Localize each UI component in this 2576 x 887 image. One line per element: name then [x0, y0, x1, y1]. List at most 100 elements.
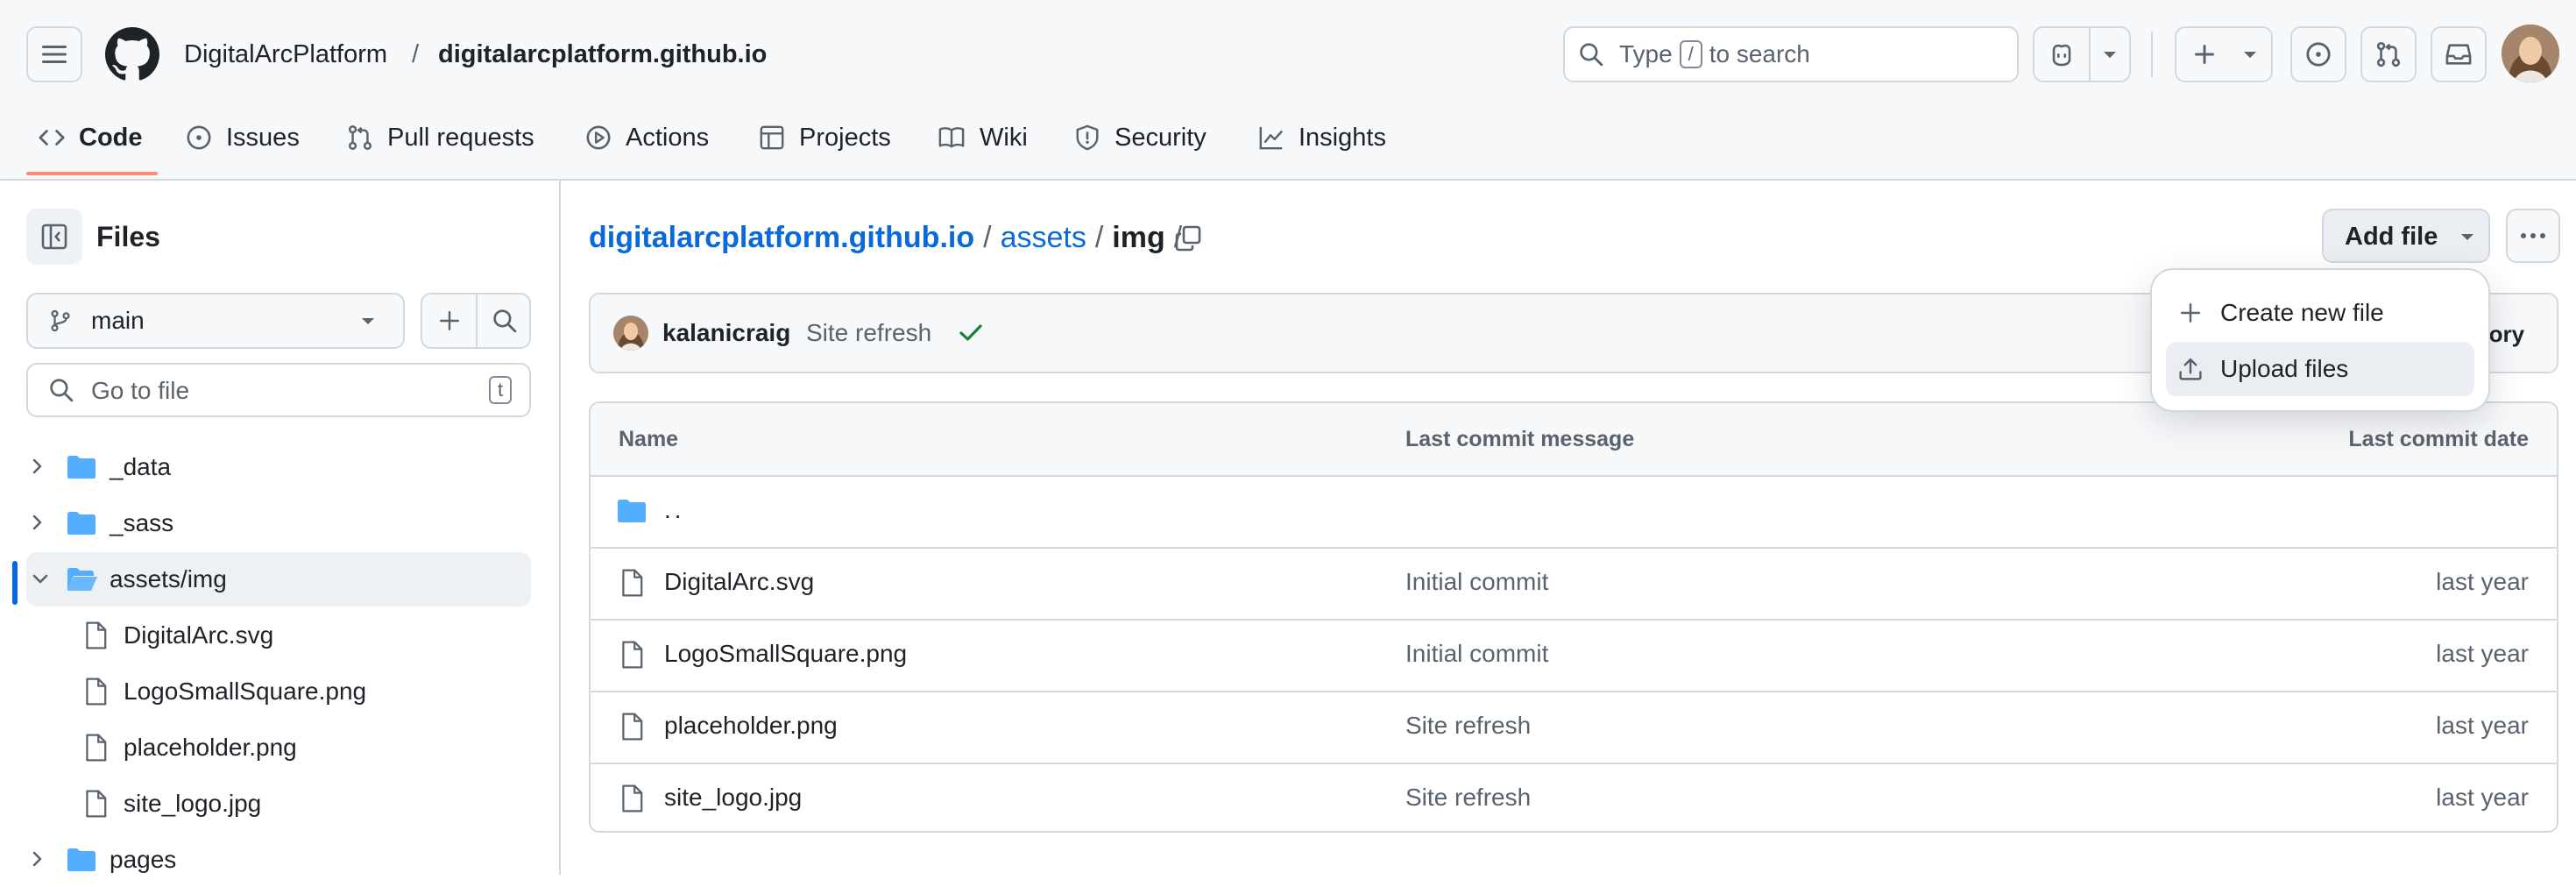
file-name-link[interactable]: DigitalArc.svg — [664, 566, 814, 598]
issue-icon — [187, 125, 211, 150]
add-file-button[interactable]: Add file — [2322, 209, 2490, 263]
copy-path-button[interactable] — [1167, 219, 1209, 258]
branch-selector[interactable]: main — [26, 293, 405, 349]
breadcrumb-root-link[interactable]: digitalarcplatform.github.io — [589, 221, 974, 255]
go-to-file-input[interactable]: Go to file t — [26, 363, 531, 417]
commit-date: last year — [2436, 640, 2529, 667]
tree-file-site-logo-jpg[interactable]: site_logo.jpg — [26, 777, 531, 831]
owner-link[interactable]: DigitalArcPlatform — [184, 37, 387, 72]
search-tree-button[interactable] — [478, 294, 531, 347]
tree-folder-sass-label: _sass — [110, 509, 174, 536]
inbox-button[interactable] — [2431, 26, 2487, 82]
table-row[interactable]: placeholder.png Site refresh last year — [591, 691, 2557, 763]
tree-file-digitalarc-svg[interactable]: DigitalArc.svg — [26, 608, 531, 663]
folder-icon — [67, 456, 96, 479]
avatar[interactable] — [2502, 25, 2559, 82]
table-row[interactable]: LogoSmallSquare.png Initial commit last … — [591, 619, 2557, 691]
file-table: Name Last commit message Last commit dat… — [589, 401, 2558, 833]
file-tree-sidebar: Files main Go to file t _data _sass asse… — [0, 181, 561, 875]
issue-icon — [2306, 42, 2331, 67]
commit-date: last year — [2436, 712, 2529, 739]
pull-requests-button[interactable] — [2360, 26, 2417, 82]
create-new-file-label: Create new file — [2220, 299, 2384, 326]
create-new-button[interactable] — [2175, 26, 2273, 82]
name-column-header: Name — [619, 427, 679, 451]
file-icon — [622, 713, 643, 741]
breadcrumb-assets-link[interactable]: assets — [1001, 221, 1086, 255]
file-name-link[interactable]: LogoSmallSquare.png — [664, 638, 907, 670]
search-prefix: Type — [1619, 40, 1673, 67]
table-row[interactable]: site_logo.jpg Site refresh last year — [591, 763, 2557, 831]
search-input[interactable]: Type / to search — [1563, 26, 2019, 82]
sidebar-title: Files — [96, 221, 160, 252]
copilot-button[interactable] — [2033, 26, 2131, 82]
tab-actions[interactable]: Actions — [585, 114, 709, 161]
shield-icon — [1076, 124, 1099, 151]
tab-insights[interactable]: Insights — [1258, 114, 1386, 161]
create-new-file-menu-item[interactable]: Create new file — [2166, 286, 2474, 340]
commit-message[interactable]: Site refresh — [806, 317, 931, 349]
tree-folder-pages[interactable]: pages — [14, 833, 531, 887]
copilot-icon — [2052, 44, 2071, 67]
breadcrumb-separator: / — [1094, 220, 1104, 254]
chevron-right-icon[interactable] — [32, 514, 44, 531]
tab-code[interactable]: Code — [39, 114, 143, 161]
add-file-menu: Create new file Upload files — [2152, 270, 2488, 410]
file-name-link[interactable]: placeholder.png — [664, 710, 838, 742]
sidebar-collapse-icon — [41, 224, 67, 250]
commit-date: last year — [2436, 784, 2529, 811]
kebab-horizontal-icon — [2521, 233, 2545, 238]
header-divider — [2151, 32, 2153, 77]
commit-author[interactable]: kalanicraig — [662, 317, 790, 349]
branch-icon — [51, 309, 70, 332]
search-icon — [1580, 43, 1603, 67]
tab-wiki[interactable]: Wiki — [938, 114, 1028, 161]
commit-message-link[interactable]: Initial commit — [1405, 566, 1548, 598]
parent-directory-link[interactable]: .. — [664, 494, 685, 526]
commit-message-link[interactable]: Initial commit — [1405, 638, 1548, 670]
add-file-tree-button[interactable] — [422, 294, 477, 347]
tab-pull-requests[interactable]: Pull requests — [347, 114, 534, 161]
tree-folder-assets-img[interactable]: assets/img — [26, 552, 531, 607]
search-icon — [492, 309, 516, 333]
commit-message-link[interactable]: Site refresh — [1405, 710, 1531, 742]
folder-icon — [618, 500, 646, 522]
table-row[interactable]: DigitalArc.svg Initial commit last year — [591, 547, 2557, 619]
copy-icon — [1175, 225, 1201, 252]
collapse-sidebar-button[interactable] — [26, 209, 82, 265]
chevron-down-icon[interactable] — [32, 573, 49, 585]
menu-button[interactable] — [26, 26, 82, 82]
commit-author-avatar[interactable] — [613, 316, 648, 351]
chevron-down-icon — [2244, 52, 2256, 58]
tree-folder-sass[interactable]: _sass — [14, 496, 531, 550]
tab-projects[interactable]: Projects — [759, 114, 891, 161]
file-icon — [86, 621, 107, 649]
tab-code-label: Code — [79, 123, 143, 152]
tree-folder-assets-img-label: assets/img — [110, 565, 227, 593]
repo-link[interactable]: digitalarcplatform.github.io — [438, 37, 767, 72]
tree-file-logosmallsquare-png[interactable]: LogoSmallSquare.png — [26, 664, 531, 719]
tab-projects-label: Projects — [799, 123, 891, 152]
chevron-down-icon[interactable] — [2103, 51, 2117, 60]
more-options-button[interactable] — [2506, 209, 2560, 263]
commit-message-link[interactable]: Site refresh — [1405, 782, 1531, 813]
tab-issues[interactable]: Issues — [186, 114, 300, 161]
pull-request-icon — [348, 125, 372, 150]
folder-icon — [67, 848, 96, 871]
file-table-header: Name Last commit message Last commit dat… — [591, 403, 2557, 475]
search-shortcut-key: / — [1679, 40, 1702, 68]
tree-file-placeholder-png[interactable]: placeholder.png — [26, 720, 531, 775]
chevron-right-icon[interactable] — [32, 458, 44, 475]
table-icon — [760, 125, 784, 150]
tab-security[interactable]: Security — [1074, 114, 1207, 161]
folder-open-icon — [67, 568, 97, 591]
file-name-link[interactable]: site_logo.jpg — [664, 782, 802, 813]
upload-files-menu-item[interactable]: Upload files — [2166, 342, 2474, 396]
folder-icon — [67, 512, 96, 535]
github-logo-icon[interactable] — [105, 27, 159, 82]
tree-folder-data[interactable]: _data — [14, 440, 531, 494]
graph-icon — [1259, 126, 1284, 150]
parent-directory-row[interactable]: .. — [591, 475, 2557, 547]
chevron-right-icon[interactable] — [32, 850, 44, 868]
issues-button[interactable] — [2290, 26, 2346, 82]
